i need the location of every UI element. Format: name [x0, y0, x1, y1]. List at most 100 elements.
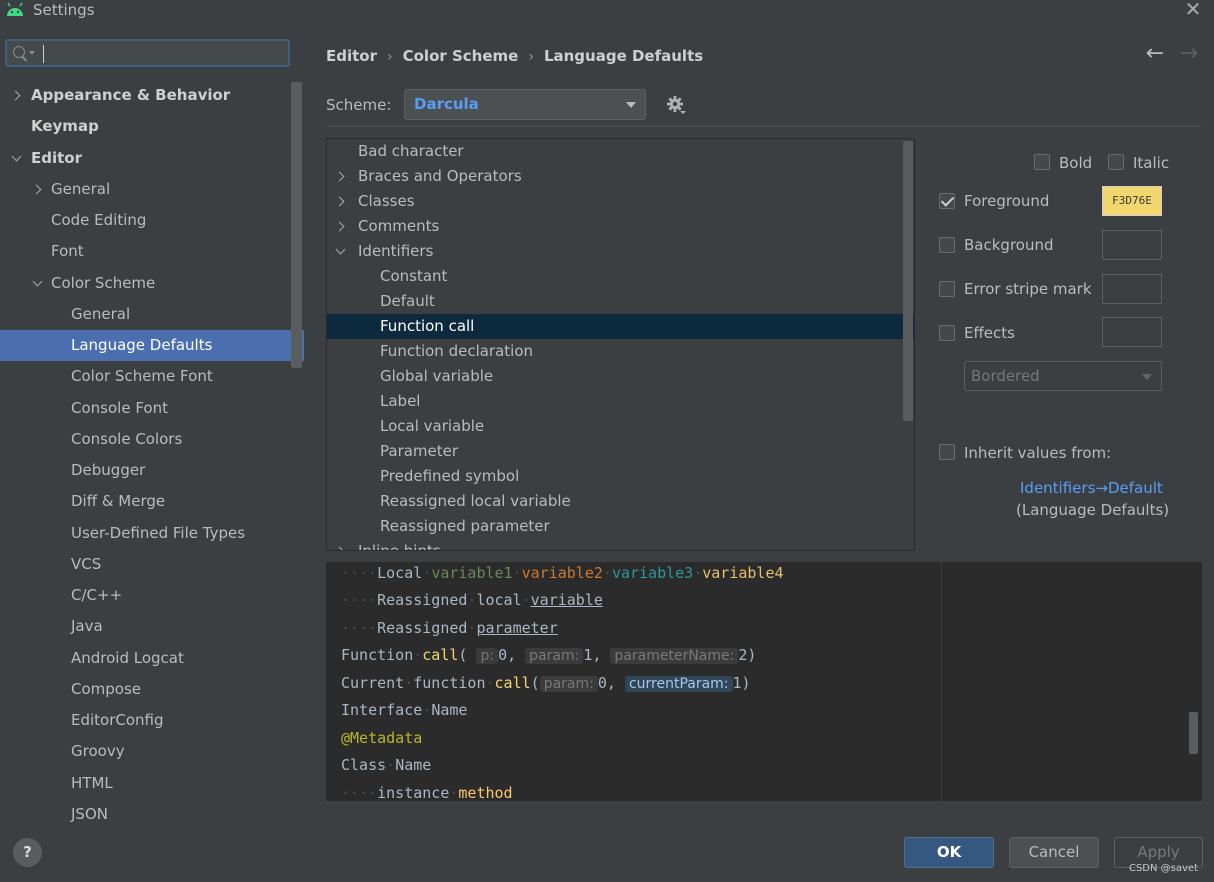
window-title: Settings — [33, 1, 95, 19]
sidebar-item-color-scheme-font[interactable]: Color Scheme Font — [0, 361, 291, 392]
sidebar-item-console-font[interactable]: Console Font — [0, 393, 291, 424]
sidebar-item-debugger[interactable]: Debugger — [0, 455, 291, 486]
inherit-source-link[interactable]: Identifiers→Default — [1020, 479, 1163, 497]
sidebar-item-general[interactable]: General — [0, 174, 291, 205]
sidebar-item-label: Debugger — [71, 461, 146, 479]
preview-scrollbar[interactable] — [1189, 712, 1198, 754]
search-history-dropdown-icon[interactable] — [29, 51, 35, 55]
scheme-value: Darcula — [414, 95, 479, 113]
attribute-item[interactable]: Parameter — [327, 439, 914, 464]
search-input[interactable] — [41, 43, 285, 65]
sidebar-item-android-logcat[interactable]: Android Logcat — [0, 643, 291, 674]
breadcrumb-separator-icon: › — [528, 49, 534, 65]
inline-hint: param: — [525, 648, 584, 664]
error-stripe-color-swatch[interactable] — [1102, 274, 1162, 304]
effects-type-dropdown[interactable]: Bordered — [964, 361, 1162, 391]
sidebar-item-console-colors[interactable]: Console Colors — [0, 424, 291, 455]
attribute-label: Label — [380, 392, 421, 410]
attribute-item[interactable]: Identifiers — [327, 239, 914, 264]
foreground-checkbox[interactable] — [939, 193, 955, 209]
sidebar-scrollbar[interactable] — [291, 82, 302, 368]
chevron-down-icon[interactable] — [335, 244, 346, 255]
chevron-right-icon[interactable] — [31, 184, 42, 195]
breadcrumb-separator-icon: › — [387, 49, 393, 65]
back-arrow-icon[interactable]: ← — [1144, 43, 1166, 66]
breadcrumb-item[interactable]: Color Scheme — [403, 47, 519, 65]
chevron-down-icon[interactable] — [32, 276, 43, 287]
code-preview[interactable]: ····Local·variable1·variable2·variable3·… — [326, 562, 1202, 801]
sidebar-item-editor[interactable]: Editor — [0, 143, 291, 174]
attribute-item[interactable]: Inline hints — [327, 539, 914, 551]
background-color-swatch[interactable] — [1102, 230, 1162, 260]
foreground-color-swatch[interactable]: F3D76E — [1102, 186, 1162, 216]
cancel-button[interactable]: Cancel — [1009, 837, 1099, 868]
bold-label: Bold — [1059, 154, 1093, 172]
chevron-right-icon[interactable] — [334, 221, 345, 232]
attribute-item[interactable]: Bad character — [327, 139, 914, 164]
sidebar-item-label: Diff & Merge — [71, 492, 166, 510]
sidebar-item-java[interactable]: Java — [0, 611, 291, 642]
breadcrumb-item[interactable]: Language Defaults — [544, 47, 703, 65]
chevron-right-icon[interactable] — [334, 546, 345, 550]
bold-checkbox[interactable] — [1034, 154, 1050, 170]
attribute-item[interactable]: Reassigned parameter — [327, 514, 914, 539]
chevron-down-icon[interactable] — [11, 151, 22, 162]
sidebar-item-label: VCS — [71, 555, 102, 573]
attributes-tree[interactable]: Bad character Braces and Operators Class… — [326, 138, 915, 551]
attribute-item[interactable]: Local variable — [327, 414, 914, 439]
sidebar-item-appearance-behavior[interactable]: Appearance & Behavior — [0, 80, 291, 111]
attribute-item[interactable]: Constant — [327, 264, 914, 289]
sidebar-item-keymap[interactable]: Keymap — [0, 111, 291, 142]
inherit-source-note: (Language Defaults) — [1016, 501, 1170, 519]
effects-color-swatch[interactable] — [1102, 317, 1162, 347]
sidebar-item-groovy[interactable]: Groovy — [0, 736, 291, 767]
help-button[interactable]: ? — [13, 838, 42, 867]
attributes-scrollbar[interactable] — [903, 141, 913, 421]
attribute-item[interactable]: Comments — [327, 214, 914, 239]
ok-button[interactable]: OK — [904, 837, 994, 868]
sidebar-item-user-defined-file-types[interactable]: User-Defined File Types — [0, 518, 291, 549]
forward-arrow-icon[interactable]: → — [1178, 43, 1200, 66]
breadcrumb-item[interactable]: Editor — [326, 47, 377, 65]
attribute-item[interactable]: Global variable — [327, 364, 914, 389]
attribute-label: Inline hints — [358, 542, 441, 551]
chevron-right-icon[interactable] — [334, 171, 345, 182]
attribute-item[interactable]: Classes — [327, 189, 914, 214]
sidebar-item-color-scheme[interactable]: Color Scheme — [0, 268, 291, 299]
scheme-label: Scheme: — [326, 96, 392, 114]
attribute-item-selected[interactable]: Function call — [327, 314, 914, 339]
sidebar-item-compose[interactable]: Compose — [0, 674, 291, 705]
sidebar-item-c-cpp[interactable]: C/C++ — [0, 580, 291, 611]
scheme-dropdown[interactable]: Darcula — [404, 89, 646, 120]
sidebar-item-language-defaults[interactable]: Language Defaults — [0, 330, 304, 361]
sidebar-item-color-scheme-general[interactable]: General — [0, 299, 291, 330]
effects-checkbox[interactable] — [939, 325, 955, 341]
sidebar-item-editorconfig[interactable]: EditorConfig — [0, 705, 291, 736]
chevron-right-icon[interactable] — [334, 196, 345, 207]
chevron-right-icon[interactable] — [10, 90, 21, 101]
error-stripe-checkbox[interactable] — [939, 281, 955, 297]
attribute-item[interactable]: Braces and Operators — [327, 164, 914, 189]
attribute-item[interactable]: Label — [327, 389, 914, 414]
code-line: ····Reassigned·local·variable — [341, 591, 603, 609]
attribute-item[interactable]: Reassigned local variable — [327, 489, 914, 514]
close-icon[interactable]: ✕ — [1182, 0, 1204, 20]
sidebar-item-label: Android Logcat — [71, 649, 184, 667]
attribute-item[interactable]: Default — [327, 289, 914, 314]
sidebar-item-code-editing[interactable]: Code Editing — [0, 205, 291, 236]
sidebar-item-vcs[interactable]: VCS — [0, 549, 291, 580]
right-margin-guide — [941, 562, 942, 801]
search-field[interactable] — [5, 39, 290, 67]
attribute-item[interactable]: Predefined symbol — [327, 464, 914, 489]
divider — [326, 126, 1202, 127]
italic-checkbox[interactable] — [1108, 154, 1124, 170]
background-checkbox[interactable] — [939, 237, 955, 253]
sidebar-item-html[interactable]: HTML — [0, 768, 291, 799]
attribute-item[interactable]: Function declaration — [327, 339, 914, 364]
inline-hint: parameterName: — [610, 648, 739, 664]
code-line: Interface·Name — [341, 701, 468, 719]
gear-icon[interactable] — [666, 95, 686, 115]
inherit-checkbox[interactable] — [939, 444, 955, 460]
sidebar-item-font[interactable]: Font — [0, 236, 291, 267]
sidebar-item-diff-merge[interactable]: Diff & Merge — [0, 486, 291, 517]
